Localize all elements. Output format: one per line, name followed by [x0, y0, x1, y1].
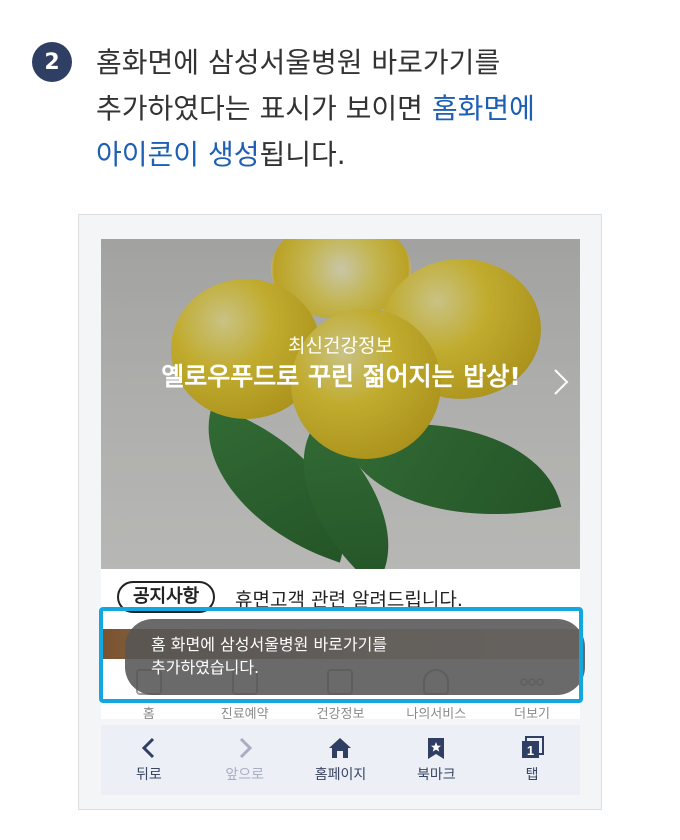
chevron-left-icon — [141, 737, 154, 759]
browser-toolbar: 뒤로 앞으로 홈페이지 북마크 1 탭 — [101, 725, 580, 795]
menu-tab-label: 건강정보 — [316, 707, 365, 719]
back-button[interactable]: 뒤로 — [101, 725, 197, 795]
toast-highlight-box — [99, 607, 583, 703]
phone-screenshot: 최신건강정보 옐로우푸드로 꾸린 젊어지는 밥상! 공지사항 휴면고객 관련 알… — [78, 214, 602, 810]
health-info-banner[interactable]: 최신건강정보 옐로우푸드로 꾸린 젊어지는 밥상! — [101, 239, 580, 569]
tabs-label: 탭 — [525, 767, 539, 783]
bookmark-button[interactable]: 북마크 — [388, 725, 484, 795]
chevron-right-icon[interactable] — [552, 367, 570, 405]
instruction-line3-suffix: 됩니다. — [259, 138, 346, 171]
tab-count: 1 — [527, 743, 534, 758]
banner-subtitle: 최신건강정보 — [288, 335, 393, 357]
instruction-line2: 추가하였다는 표시가 보이면 — [96, 92, 432, 125]
banner-title: 옐로우푸드로 꾸린 젊어지는 밥상! — [161, 362, 521, 391]
instruction-highlight-2: 아이콘이 생성 — [96, 138, 260, 171]
homepage-button[interactable]: 홈페이지 — [293, 725, 389, 795]
banner-overlay — [101, 239, 580, 569]
tabs-button[interactable]: 1 탭 — [484, 725, 580, 795]
step-number-badge: 2 — [32, 42, 72, 82]
bookmark-label: 북마크 — [416, 767, 456, 783]
instruction-text: 홈화면에 삼성서울병원 바로가기를 추가하였다는 표시가 보이면 홈화면에 아이… — [96, 40, 656, 178]
back-label: 뒤로 — [136, 767, 162, 783]
menu-tab-label: 홈 — [142, 707, 155, 719]
menu-tab-label: 더보기 — [514, 707, 551, 719]
tabs-icon: 1 — [522, 736, 545, 758]
home-icon — [329, 738, 352, 758]
instruction-line1: 홈화면에 삼성서울병원 바로가기를 — [96, 46, 501, 79]
instruction-highlight-1: 홈화면에 — [431, 92, 535, 125]
bookmark-icon — [428, 738, 445, 759]
chevron-right-icon — [239, 737, 252, 759]
forward-button[interactable]: 앞으로 — [197, 725, 293, 795]
homepage-label: 홈페이지 — [314, 767, 367, 783]
menu-tab-label: 나의서비스 — [406, 707, 467, 719]
menu-tab-label: 진료예약 — [220, 707, 269, 719]
forward-label: 앞으로 — [225, 767, 265, 783]
